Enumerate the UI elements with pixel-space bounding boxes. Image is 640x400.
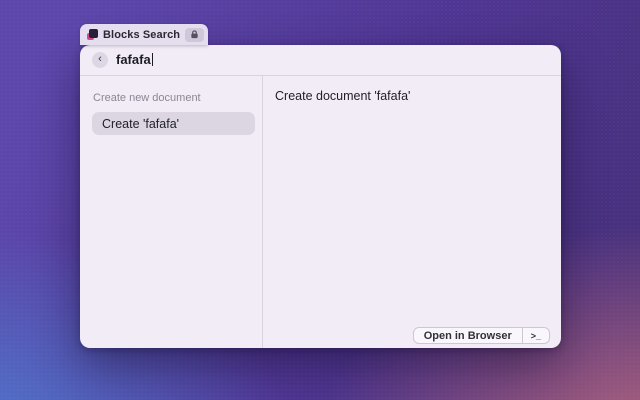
search-input-value: fafafa bbox=[116, 52, 151, 67]
search-input[interactable]: fafafa bbox=[116, 51, 154, 69]
list-item-label: Create 'fafafa' bbox=[102, 116, 180, 131]
list-item-create-document[interactable]: Create 'fafafa' bbox=[92, 112, 255, 135]
detail-panel: Create document 'fafafa' Open in Browser… bbox=[263, 76, 561, 348]
text-caret bbox=[151, 53, 154, 66]
search-bar: ‹ fafafa bbox=[80, 45, 561, 76]
launcher-pill[interactable]: Blocks Search bbox=[80, 24, 209, 45]
open-in-browser-label: Open in Browser bbox=[423, 329, 512, 342]
back-button[interactable]: ‹ bbox=[92, 52, 108, 68]
footer-actions: Open in Browser >_ bbox=[412, 327, 550, 344]
section-header: Create new document bbox=[93, 92, 201, 104]
detail-title: Create document 'fafafa' bbox=[275, 89, 411, 103]
window-content: Create new document Create 'fafafa' Crea… bbox=[80, 76, 561, 348]
terminal-prompt-icon: >_ bbox=[530, 330, 541, 341]
blocks-search-window: ‹ fafafa Create new document Create 'faf… bbox=[80, 45, 561, 348]
terminal-prompt-button[interactable]: >_ bbox=[523, 328, 549, 343]
lock-icon bbox=[191, 30, 198, 39]
blocks-app-icon bbox=[87, 29, 98, 40]
open-in-browser-button[interactable]: Open in Browser bbox=[414, 328, 522, 343]
launcher-pill-label: Blocks Search bbox=[103, 28, 181, 41]
lock-badge bbox=[185, 27, 205, 42]
chevron-left-icon: ‹ bbox=[98, 52, 102, 65]
results-panel: Create new document Create 'fafafa' bbox=[80, 76, 263, 348]
